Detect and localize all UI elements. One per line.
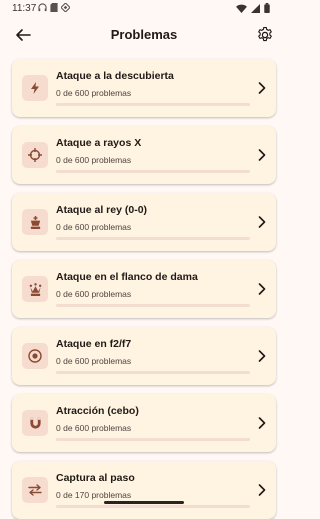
- problem-title: Captura al paso: [56, 472, 135, 484]
- swap-icon: [28, 484, 42, 496]
- progress-bar: [56, 170, 250, 173]
- problem-count: 0 de 170 problemas: [56, 490, 132, 500]
- list-item-ataque-a-la-descubierta[interactable]: Ataque a la descubierta 0 de 600 problem…: [12, 59, 276, 117]
- problem-title: Ataque en el flanco de dama: [56, 271, 198, 283]
- problem-count: 0 de 600 problemas: [56, 423, 132, 433]
- status-left-icons: [38, 3, 70, 12]
- settings-button[interactable]: [252, 22, 278, 48]
- crosshair-icon: [28, 148, 42, 162]
- progress-bar: [56, 103, 250, 106]
- status-time: 11:37: [12, 3, 37, 14]
- chevron-right-icon: [256, 348, 268, 364]
- list-item-atraccion-cebo[interactable]: Atracción (cebo) 0 de 600 problemas: [12, 394, 276, 452]
- wifi-icon: [236, 4, 247, 13]
- chevron-right-icon: [256, 214, 268, 230]
- list-item-ataque-a-rayos-x[interactable]: Ataque a rayos X 0 de 600 problemas: [12, 126, 276, 184]
- progress-bar: [56, 505, 250, 508]
- chevron-right-icon: [256, 80, 268, 96]
- problem-count: 0 de 600 problemas: [56, 88, 132, 98]
- icon-box: [22, 276, 48, 302]
- chevron-right-icon: [256, 415, 268, 431]
- progress-bar: [56, 304, 250, 307]
- progress-bar: [56, 438, 250, 441]
- chevron-right-icon: [256, 281, 268, 297]
- headset-icon: [38, 3, 47, 12]
- progress-bar: [56, 237, 250, 240]
- progress-bar: [56, 371, 250, 374]
- problem-title: Ataque en f2/f7: [56, 338, 132, 350]
- status-right-icons: [236, 3, 270, 13]
- battery-icon: [264, 3, 270, 13]
- chess-king-icon: [30, 215, 40, 229]
- problem-title: Ataque a la descubierta: [56, 70, 174, 82]
- sd-card-icon: [50, 3, 58, 12]
- problem-count: 0 de 600 problemas: [56, 356, 132, 366]
- gesture-nav-handle[interactable]: [104, 501, 184, 504]
- problem-title: Ataque a rayos X: [56, 137, 142, 149]
- problem-title: Atracción (cebo): [56, 405, 139, 417]
- list-item-ataque-al-rey[interactable]: Ataque al rey (0-0) 0 de 600 problemas: [12, 193, 276, 251]
- app-bar: Problemas: [0, 18, 288, 52]
- icon-box: [22, 75, 48, 101]
- icon-box: [22, 410, 48, 436]
- icon-box: [22, 142, 48, 168]
- page-title: Problemas: [110, 27, 178, 42]
- problem-count: 0 de 600 problemas: [56, 222, 132, 232]
- status-bar: 11:37: [0, 0, 288, 18]
- list-item-ataque-en-f2-f7[interactable]: Ataque en f2/f7 0 de 600 problemas: [12, 327, 276, 385]
- diamond-icon: [61, 3, 70, 12]
- chess-queen-icon: [29, 282, 41, 296]
- signal-icon: [251, 3, 260, 13]
- icon-box: [22, 343, 48, 369]
- magnet-icon: [29, 417, 41, 429]
- chevron-right-icon: [256, 147, 268, 163]
- problem-title: Ataque al rey (0-0): [56, 204, 148, 216]
- problem-count: 0 de 600 problemas: [56, 155, 132, 165]
- list-item-ataque-en-el-flanco-de-dama[interactable]: Ataque en el flanco de dama 0 de 600 pro…: [12, 260, 276, 318]
- lightning-icon: [31, 82, 39, 94]
- list-item-captura-al-paso[interactable]: Captura al paso 0 de 170 problemas: [12, 461, 276, 519]
- icon-box: [22, 209, 48, 235]
- icon-box: [22, 477, 48, 503]
- gear-icon: [258, 26, 272, 42]
- problem-count: 0 de 600 problemas: [56, 289, 132, 299]
- chevron-right-icon: [256, 482, 268, 498]
- target-icon: [28, 349, 42, 363]
